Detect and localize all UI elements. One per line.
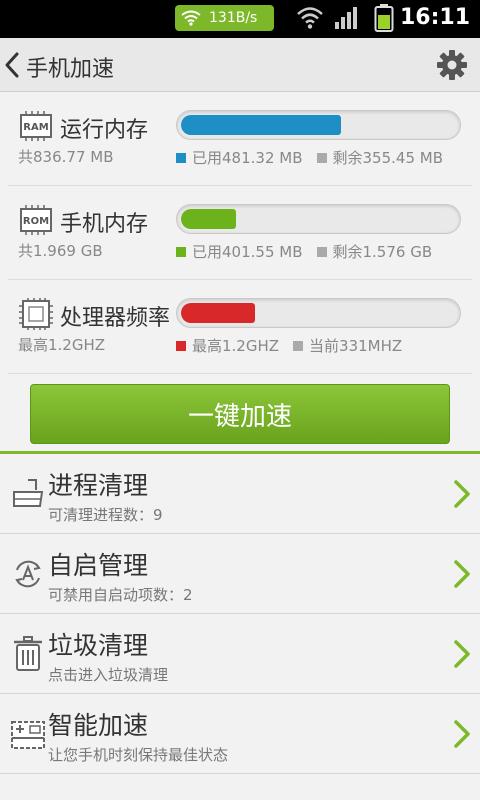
menu-item-subtitle: 可禁用自启动项数：2 <box>48 586 193 604</box>
cpu-progress-fill <box>181 303 255 323</box>
back-button[interactable] <box>0 38 24 92</box>
ram-free-label: 剩余355.45 MB <box>332 149 444 167</box>
ram-title: 运行内存 <box>60 118 149 143</box>
status-bar: 131B/s 16:11 <box>0 0 480 38</box>
ram-usage-row: RAM 运行内存 共836.77 MB 已用481.32 MB 剩余355.45… <box>0 92 480 186</box>
legend-free-swatch <box>316 152 327 163</box>
clock: 16:11 <box>399 5 470 30</box>
cpu-progress-bar <box>176 298 461 328</box>
chevron-right-icon <box>454 560 470 588</box>
legend-used-swatch <box>176 152 186 163</box>
rom-total: 共1.969 GB <box>18 242 103 260</box>
legend-max-swatch <box>176 340 186 351</box>
cpu-chip-icon <box>19 298 53 330</box>
menu-item-autostart[interactable]: 自启管理 可禁用自启动项数：2 <box>0 534 480 614</box>
gear-icon <box>437 50 467 80</box>
legend-used-swatch <box>176 246 186 257</box>
menu-item-title: 智能加速 <box>48 711 149 740</box>
ram-chip-icon: RAM <box>20 111 52 141</box>
chevron-right-icon <box>454 480 470 508</box>
cpu-max-label: 最高1.2GHZ <box>192 337 280 355</box>
ram-chip-label: RAM <box>23 122 48 133</box>
rom-chip-icon: ROM <box>20 205 52 235</box>
cpu-legend: 最高1.2GHZ 当前331MHZ <box>176 335 402 356</box>
row-divider <box>8 373 472 374</box>
menu-item-subtitle: 可清理进程数：9 <box>48 506 163 524</box>
chevron-right-icon <box>454 720 470 748</box>
network-speed-text: 131B/s <box>209 10 258 26</box>
autostart-icon <box>15 560 41 588</box>
ram-progress-fill <box>181 115 341 135</box>
rom-legend: 已用401.55 MB 剩余1.576 GB <box>176 241 432 262</box>
trash-icon <box>14 636 42 671</box>
wifi-icon <box>181 10 201 26</box>
legend-current-swatch <box>293 340 304 351</box>
rom-usage-row: ROM 手机内存 共1.969 GB 已用401.55 MB 剩余1.576 G… <box>0 186 480 280</box>
settings-button[interactable] <box>436 49 468 81</box>
rom-title: 手机内存 <box>60 212 149 237</box>
chevron-right-icon <box>454 640 470 668</box>
rom-free-label: 剩余1.576 GB <box>332 243 433 261</box>
legend-free-swatch <box>316 246 327 257</box>
ram-total: 共836.77 MB <box>18 148 114 166</box>
one-key-boost-button[interactable]: 一键加速 <box>30 384 450 444</box>
cpu-title: 处理器频率 <box>60 306 171 331</box>
wifi-icon <box>297 7 323 29</box>
battery-icon <box>374 4 394 32</box>
ram-legend: 已用481.32 MB 剩余355.45 MB <box>176 147 443 168</box>
rom-used-label: 已用401.55 MB <box>192 243 303 261</box>
smart-boost-icon <box>11 721 45 749</box>
cpu-max: 最高1.2GHZ <box>18 336 106 354</box>
row-divider <box>0 773 480 774</box>
menu-item-smart-boost[interactable]: 智能加速 让您手机时刻保持最佳状态 <box>0 694 480 774</box>
menu-item-title: 进程清理 <box>48 471 149 500</box>
menu-item-title: 自启管理 <box>48 551 149 580</box>
menu-item-junk-clean[interactable]: 垃圾清理 点击进入垃圾清理 <box>0 614 480 694</box>
menu-item-process-clean[interactable]: 进程清理 可清理进程数：9 <box>0 454 480 534</box>
app-header: 手机加速 <box>0 38 480 92</box>
chevron-left-icon <box>5 52 19 78</box>
signal-icon <box>335 7 357 29</box>
page-title: 手机加速 <box>26 57 115 82</box>
ram-progress-bar <box>176 110 461 140</box>
rom-progress-fill <box>181 209 236 229</box>
cpu-current-label: 当前331MHZ <box>309 337 403 355</box>
broom-icon <box>13 479 44 507</box>
menu-item-subtitle: 让您手机时刻保持最佳状态 <box>48 746 229 764</box>
menu-item-subtitle: 点击进入垃圾清理 <box>48 666 169 684</box>
cpu-frequency-row: 处理器频率 最高1.2GHZ 最高1.2GHZ 当前331MHZ <box>0 280 480 374</box>
rom-chip-label: ROM <box>23 216 49 227</box>
rom-progress-bar <box>176 204 461 234</box>
menu-item-title: 垃圾清理 <box>48 631 149 660</box>
network-speed-badge: 131B/s <box>175 5 274 31</box>
ram-used-label: 已用481.32 MB <box>192 149 303 167</box>
